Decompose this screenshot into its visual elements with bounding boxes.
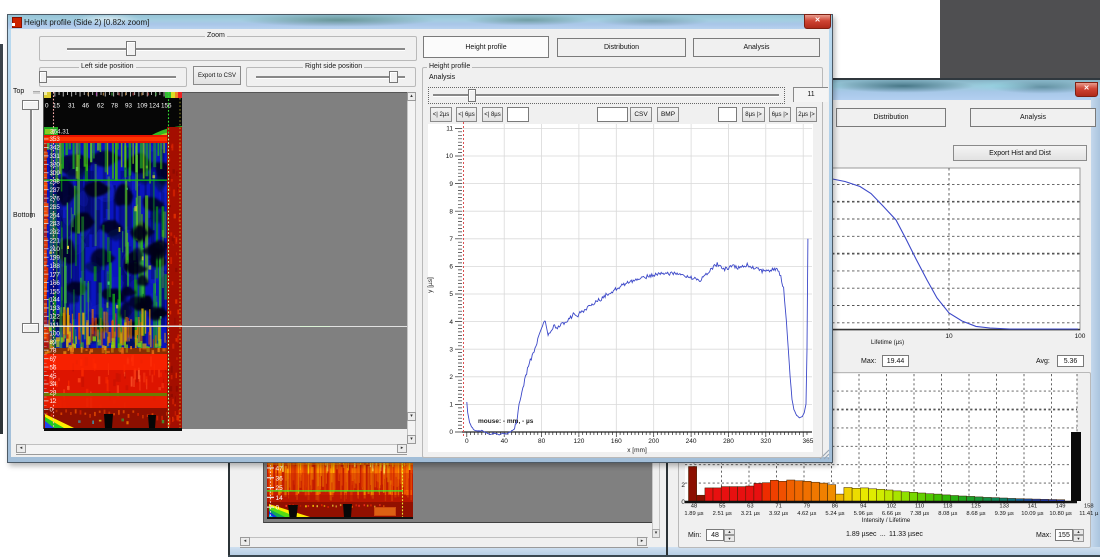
svg-text:133: 133	[50, 305, 61, 312]
svg-text:4.62 µs: 4.62 µs	[797, 511, 816, 517]
svg-text:3.92 µs: 3.92 µs	[769, 511, 788, 517]
svg-text:2: 2	[449, 374, 453, 381]
svg-text:0: 0	[45, 103, 49, 110]
svg-text:48: 48	[691, 504, 697, 510]
svg-text:62: 62	[97, 103, 105, 110]
svg-text:0: 0	[681, 499, 685, 506]
svg-text:199: 199	[50, 255, 61, 262]
svg-text:10: 10	[446, 153, 454, 160]
svg-text:120: 120	[573, 438, 584, 445]
svg-text:240: 240	[686, 438, 697, 445]
svg-text:110: 110	[915, 504, 924, 510]
svg-text:298: 298	[50, 179, 61, 186]
svg-text:100: 100	[50, 331, 61, 338]
svg-text:9: 9	[449, 181, 453, 188]
svg-text:102: 102	[887, 504, 897, 510]
svg-text:122: 122	[50, 314, 61, 321]
svg-text:5: 5	[449, 291, 453, 298]
svg-text:47: 47	[276, 466, 284, 473]
svg-text:0: 0	[449, 429, 453, 436]
svg-text:79: 79	[804, 504, 810, 510]
svg-text:109: 109	[137, 103, 148, 110]
svg-text:0: 0	[50, 407, 54, 414]
svg-text:8.08 µs: 8.08 µs	[938, 511, 957, 517]
svg-text:100: 100	[1075, 333, 1086, 340]
svg-text:5.96 µs: 5.96 µs	[854, 511, 873, 517]
svg-text:mouse: - mm, - µs: mouse: - mm, - µs	[478, 418, 534, 425]
svg-text:232: 232	[50, 229, 61, 236]
svg-text:x [mm]: x [mm]	[627, 447, 647, 454]
svg-text:265: 265	[50, 204, 61, 211]
svg-text:8.68 µs: 8.68 µs	[966, 511, 985, 517]
svg-text:15: 15	[53, 103, 61, 110]
svg-text:31: 31	[68, 103, 76, 110]
svg-text:166: 166	[50, 280, 61, 287]
svg-text:243: 243	[50, 221, 61, 228]
svg-text:63: 63	[747, 504, 753, 510]
svg-text:160: 160	[611, 438, 622, 445]
svg-text:71: 71	[775, 504, 781, 510]
svg-text:331: 331	[50, 153, 61, 160]
svg-text:2.51 µs: 2.51 µs	[713, 511, 732, 517]
svg-text:353: 353	[50, 136, 61, 143]
svg-text:1: 1	[449, 402, 453, 409]
svg-text:155: 155	[50, 288, 61, 295]
svg-text:0: 0	[276, 505, 280, 512]
svg-text:287: 287	[50, 187, 61, 194]
svg-text:9.39 µs: 9.39 µs	[995, 511, 1014, 517]
svg-text:5.24 µs: 5.24 µs	[825, 511, 844, 517]
svg-text:320: 320	[50, 162, 61, 169]
svg-text:177: 177	[50, 271, 61, 278]
svg-text:14: 14	[276, 495, 284, 502]
svg-text:254: 254	[50, 212, 61, 219]
svg-text:36: 36	[276, 475, 284, 482]
svg-text:210: 210	[50, 246, 61, 253]
svg-text:1.89 µs: 1.89 µs	[684, 511, 703, 517]
svg-text:124: 124	[149, 103, 160, 110]
svg-text:125: 125	[971, 504, 981, 510]
svg-text:10.80 µs: 10.80 µs	[1049, 511, 1071, 517]
svg-text:y [µs]: y [µs]	[427, 277, 434, 293]
svg-text:6.66 µs: 6.66 µs	[882, 511, 901, 517]
svg-text:156: 156	[161, 103, 172, 110]
svg-text:365: 365	[802, 438, 813, 445]
svg-text:342: 342	[50, 145, 61, 152]
svg-text:94: 94	[860, 504, 867, 510]
svg-text:0: 0	[465, 438, 469, 445]
svg-text:93: 93	[125, 103, 133, 110]
svg-text:86: 86	[832, 504, 838, 510]
svg-text:309: 309	[50, 170, 61, 177]
svg-text:2: 2	[681, 482, 685, 489]
svg-text:4: 4	[449, 319, 453, 326]
svg-text:7: 7	[449, 236, 453, 243]
svg-text:6: 6	[449, 264, 453, 271]
svg-text:221: 221	[50, 238, 61, 245]
svg-text:276: 276	[50, 195, 61, 202]
svg-text:8: 8	[449, 208, 453, 215]
svg-text:141: 141	[1028, 504, 1038, 510]
svg-text:118: 118	[943, 504, 952, 510]
svg-text:133: 133	[999, 504, 1009, 510]
svg-text:144: 144	[50, 297, 61, 304]
svg-text:3: 3	[449, 346, 453, 353]
svg-text:158: 158	[1084, 504, 1094, 510]
svg-text:10: 10	[945, 333, 953, 340]
svg-text:149: 149	[1056, 504, 1066, 510]
svg-text:40: 40	[501, 438, 509, 445]
svg-text:188: 188	[50, 263, 61, 270]
svg-text:11: 11	[446, 126, 453, 133]
svg-text:46: 46	[82, 103, 90, 110]
svg-text:3.21 µs: 3.21 µs	[741, 511, 760, 517]
svg-text:200: 200	[648, 438, 659, 445]
svg-text:280: 280	[723, 438, 734, 445]
svg-text:55: 55	[719, 504, 725, 510]
svg-text:11.41 µ: 11.41 µ	[1079, 511, 1099, 517]
svg-text:80: 80	[538, 438, 546, 445]
svg-text:7.38 µs: 7.38 µs	[910, 511, 929, 517]
svg-text:78: 78	[111, 103, 119, 110]
svg-text:10.09 µs: 10.09 µs	[1021, 511, 1043, 517]
svg-text:320: 320	[760, 438, 771, 445]
